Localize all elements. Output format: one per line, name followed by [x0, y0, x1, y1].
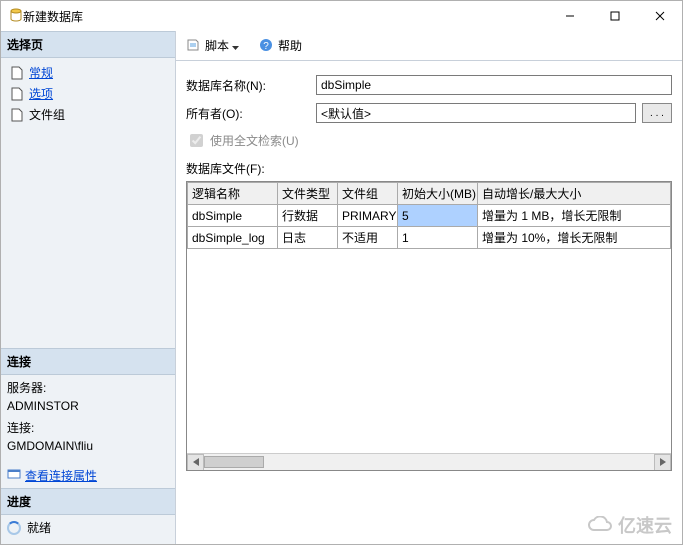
connection-info: 服务器: ADMINSTOR 连接: GMDOMAIN\fliu [1, 375, 175, 463]
main-panel: 脚本 ? 帮助 数据库名称(N): 所有者(O): . . . [176, 31, 682, 544]
db-name-input[interactable] [316, 75, 672, 95]
form-area: 数据库名称(N): 所有者(O): . . . 使用全文检索(U) 数据库文件(… [176, 61, 682, 477]
svg-text:?: ? [263, 41, 269, 52]
select-page-header: 选择页 [1, 31, 175, 58]
owner-browse-button[interactable]: . . . [642, 103, 672, 123]
nav-label: 常规 [29, 64, 53, 81]
db-name-label: 数据库名称(N): [186, 77, 316, 94]
col-file-type[interactable]: 文件类型 [278, 183, 338, 205]
progress-header: 进度 [1, 488, 175, 515]
window-title: 新建数据库 [23, 8, 547, 25]
connection-header: 连接 [1, 348, 175, 375]
help-label: 帮助 [278, 37, 302, 54]
cell-filegroup[interactable]: 不适用 [338, 227, 398, 249]
progress-spinner-icon [7, 521, 21, 535]
db-files-grid[interactable]: 逻辑名称 文件类型 文件组 初始大小(MB) 自动增长/最大大小 dbSimpl… [186, 181, 672, 471]
minimize-button[interactable] [547, 2, 592, 30]
col-initial-size[interactable]: 初始大小(MB) [398, 183, 478, 205]
fulltext-label: 使用全文检索(U) [210, 132, 299, 149]
progress-status-text: 就绪 [27, 519, 51, 536]
cell-logical-name[interactable]: dbSimple_log [188, 227, 278, 249]
script-icon [186, 38, 202, 54]
left-panel: 选择页 常规 选项 文件组 连接 服务器: ADMINSTOR [1, 31, 176, 544]
page-icon [9, 107, 25, 123]
nav-item-filegroups[interactable]: 文件组 [5, 104, 171, 125]
col-logical-name[interactable]: 逻辑名称 [188, 183, 278, 205]
grid-horizontal-scrollbar[interactable] [187, 453, 671, 470]
scroll-track[interactable] [204, 454, 654, 470]
connection-value: GMDOMAIN\fliu [7, 437, 169, 455]
view-connection-props-label: 查看连接属性 [25, 467, 97, 484]
dialog-new-database: 新建数据库 选择页 常规 选项 文件组 [0, 0, 683, 545]
col-autogrowth[interactable]: 自动增长/最大大小 [478, 183, 671, 205]
nav-item-general[interactable]: 常规 [5, 62, 171, 83]
table-row[interactable]: dbSimple 行数据 PRIMARY 5 增量为 1 MB，增长无限制 [188, 205, 671, 227]
col-filegroup[interactable]: 文件组 [338, 183, 398, 205]
fulltext-row: 使用全文检索(U) [186, 131, 672, 150]
cell-initial-size[interactable]: 5 [398, 205, 478, 227]
grid-header-row: 逻辑名称 文件类型 文件组 初始大小(MB) 自动增长/最大大小 [188, 183, 671, 205]
scroll-left-button[interactable] [187, 454, 204, 471]
cell-file-type[interactable]: 日志 [278, 227, 338, 249]
table-row[interactable]: dbSimple_log 日志 不适用 1 增量为 10%，增长无限制 [188, 227, 671, 249]
help-icon: ? [259, 38, 275, 54]
close-button[interactable] [637, 2, 682, 30]
connection-label: 连接: [7, 419, 169, 437]
chevron-down-icon [232, 39, 239, 53]
scroll-right-button[interactable] [654, 454, 671, 471]
cell-initial-size[interactable]: 1 [398, 227, 478, 249]
script-label: 脚本 [205, 37, 229, 54]
scroll-thumb[interactable] [204, 456, 264, 468]
owner-row: 所有者(O): . . . [186, 103, 672, 123]
help-button[interactable]: ? 帮助 [255, 35, 306, 56]
nav-label: 文件组 [29, 106, 65, 123]
nav-label: 选项 [29, 85, 53, 102]
fulltext-checkbox [190, 134, 203, 147]
page-icon [9, 65, 25, 81]
db-icon [9, 8, 23, 25]
properties-icon [7, 467, 21, 484]
cell-filegroup[interactable]: PRIMARY [338, 205, 398, 227]
page-icon [9, 86, 25, 102]
cell-autogrowth[interactable]: 增量为 10%，增长无限制 [478, 227, 671, 249]
owner-label: 所有者(O): [186, 105, 316, 122]
nav-item-options[interactable]: 选项 [5, 83, 171, 104]
server-value: ADMINSTOR [7, 397, 169, 415]
db-name-row: 数据库名称(N): [186, 75, 672, 95]
view-connection-props[interactable]: 查看连接属性 [1, 463, 175, 488]
maximize-button[interactable] [592, 2, 637, 30]
toolbar: 脚本 ? 帮助 [176, 31, 682, 61]
cell-autogrowth[interactable]: 增量为 1 MB，增长无限制 [478, 205, 671, 227]
server-label: 服务器: [7, 379, 169, 397]
page-nav: 常规 选项 文件组 [1, 58, 175, 133]
script-button[interactable]: 脚本 [182, 35, 243, 56]
db-files-label: 数据库文件(F): [186, 160, 672, 177]
cell-logical-name[interactable]: dbSimple [188, 205, 278, 227]
titlebar: 新建数据库 [1, 1, 682, 31]
cell-file-type[interactable]: 行数据 [278, 205, 338, 227]
progress-status-block: 就绪 [1, 515, 175, 544]
owner-input[interactable] [316, 103, 636, 123]
